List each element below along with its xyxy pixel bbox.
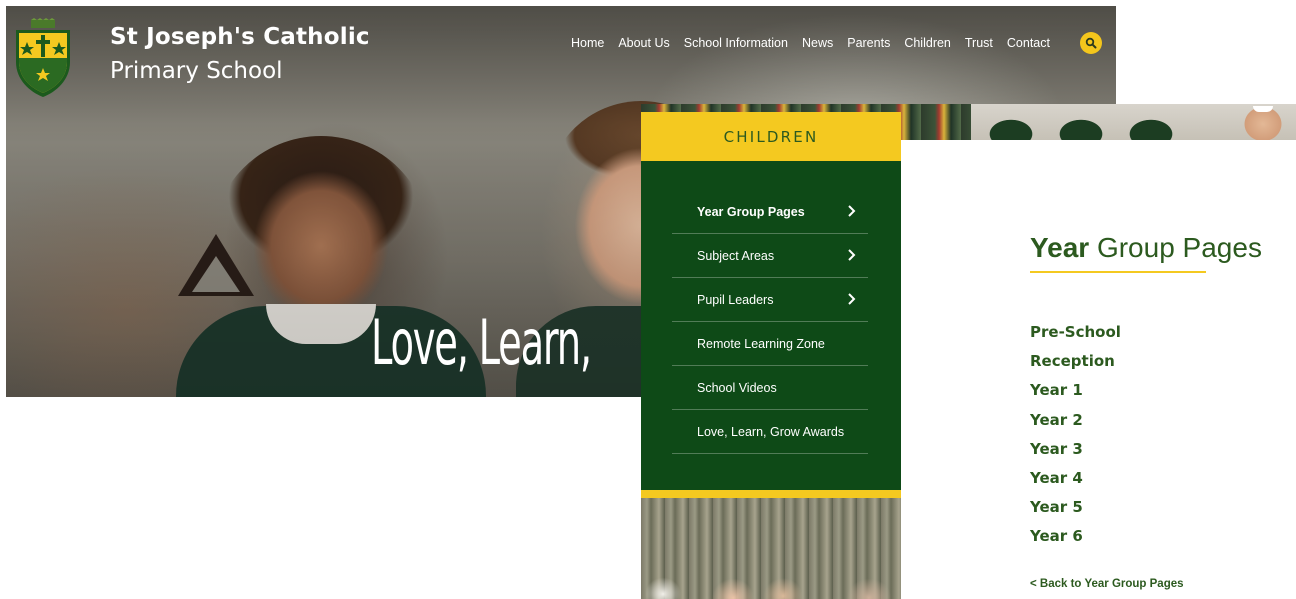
school-name-line2[interactable]: Primary School	[110, 58, 283, 84]
page-title-bold: Year	[1030, 232, 1090, 263]
sidebar-item-subject-areas[interactable]: Subject Areas	[672, 234, 868, 278]
hero-tagline: Love, Learn,	[371, 306, 592, 379]
sidebar-item-year-group-pages[interactable]: Year Group Pages	[672, 190, 868, 234]
nav-parents[interactable]: Parents	[847, 36, 890, 50]
sidebar-item-school-videos[interactable]: School Videos	[672, 366, 868, 410]
sidebar-item-label: School Videos	[697, 380, 777, 395]
header-photo-smile	[1253, 106, 1273, 112]
nav-contact[interactable]: Contact	[1007, 36, 1050, 50]
chevron-right-icon	[848, 293, 856, 305]
search-button[interactable]	[1080, 32, 1102, 54]
sidebar-item-label: Pupil Leaders	[697, 292, 774, 307]
sidebar-menu: Year Group Pages Subject Areas Pupil Lea…	[672, 190, 868, 454]
main-nav: Home About Us School Information News Pa…	[571, 36, 1050, 50]
nav-home[interactable]: Home	[571, 36, 604, 50]
year-link-year-2[interactable]: Year 2	[1030, 408, 1121, 437]
year-link-year-4[interactable]: Year 4	[1030, 466, 1121, 495]
school-name-line1[interactable]: St Joseph's Catholic	[110, 24, 370, 50]
back-link[interactable]: < Back to Year Group Pages	[1030, 578, 1184, 590]
chevron-right-icon	[848, 205, 856, 217]
sidebar-item-pupil-leaders[interactable]: Pupil Leaders	[672, 278, 868, 322]
nav-about-us[interactable]: About Us	[618, 36, 669, 50]
sidebar-item-label: Subject Areas	[697, 248, 775, 263]
sidebar-item-label: Year Group Pages	[697, 204, 805, 219]
sidebar-heading: CHILDREN	[641, 112, 901, 161]
year-link-reception[interactable]: Reception	[1030, 349, 1121, 378]
school-crest-icon[interactable]	[14, 18, 72, 98]
year-link-year-6[interactable]: Year 6	[1030, 524, 1121, 553]
sidebar-item-love-learn-grow-awards[interactable]: Love, Learn, Grow Awards	[672, 410, 868, 454]
title-underline	[1030, 271, 1206, 273]
page-title: Year Group Pages	[1030, 232, 1262, 264]
chevron-right-icon	[848, 249, 856, 261]
nav-trust[interactable]: Trust	[965, 36, 993, 50]
year-group-list: Pre-School Reception Year 1 Year 2 Year …	[1030, 320, 1121, 554]
sidebar-item-label: Love, Learn, Grow Awards	[697, 424, 845, 439]
year-link-year-3[interactable]: Year 3	[1030, 437, 1121, 466]
nav-news[interactable]: News	[802, 36, 833, 50]
year-link-year-5[interactable]: Year 5	[1030, 495, 1121, 524]
year-link-year-1[interactable]: Year 1	[1030, 378, 1121, 407]
sidebar-divider	[641, 490, 901, 498]
nav-school-information[interactable]: School Information	[684, 36, 788, 50]
nav-children[interactable]: Children	[904, 36, 951, 50]
sidebar-heading-label: CHILDREN	[723, 127, 819, 146]
page-title-rest: Group Pages	[1089, 232, 1262, 263]
sidebar-item-label: Remote Learning Zone	[697, 336, 825, 351]
sidebar: CHILDREN Year Group Pages Subject Areas …	[641, 112, 901, 599]
header-photo-faces	[971, 104, 1296, 140]
sidebar-photo	[641, 498, 901, 599]
year-link-pre-school[interactable]: Pre-School	[1030, 320, 1121, 349]
search-icon	[1085, 37, 1097, 49]
sidebar-item-remote-learning-zone[interactable]: Remote Learning Zone	[672, 322, 868, 366]
